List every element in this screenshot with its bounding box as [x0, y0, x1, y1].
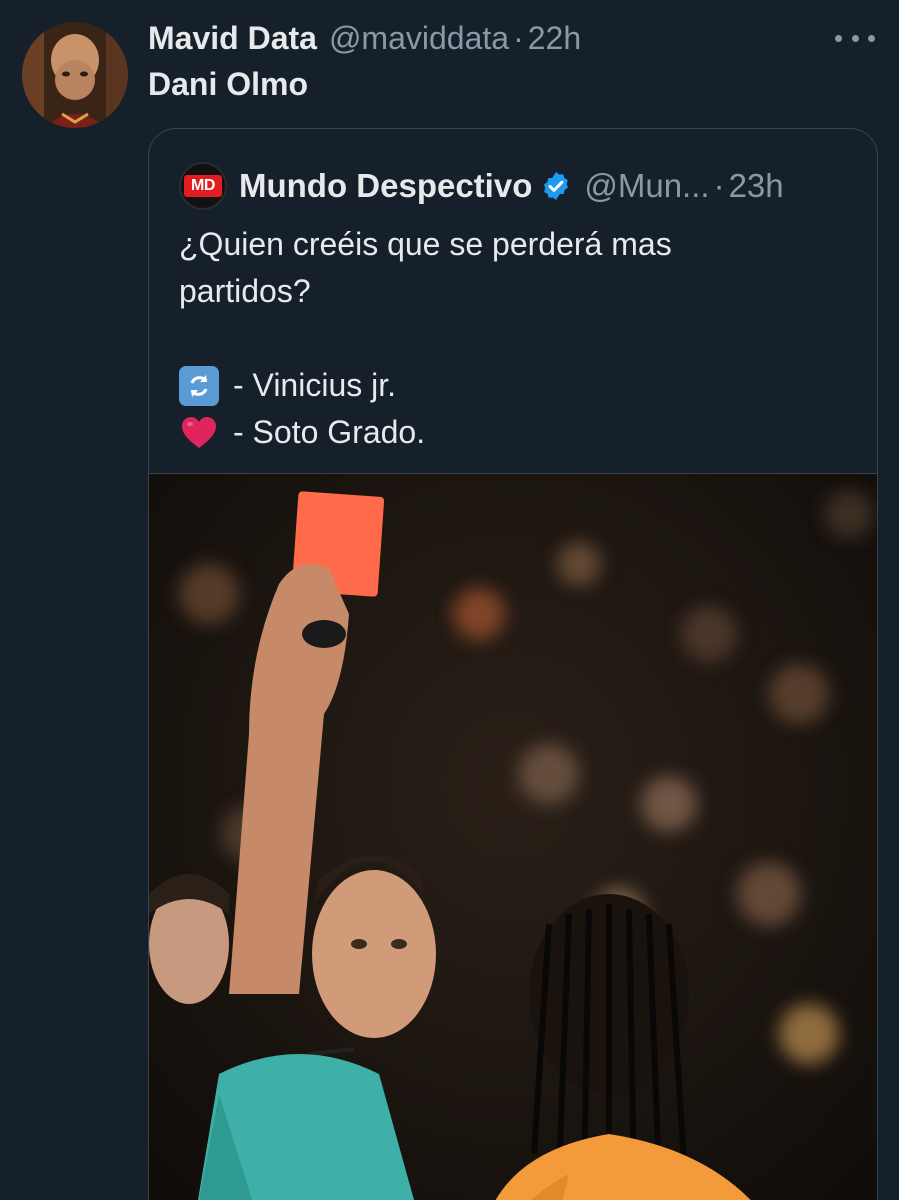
referee-red-card-photo-icon	[149, 474, 877, 1200]
author-display-name[interactable]: Mavid Data	[148, 20, 317, 57]
option-vinicius-text: - Vinicius jr.	[233, 367, 397, 403]
quoted-text-line-2: partidos?	[179, 273, 311, 309]
option-soto-grado-text: - Soto Grado.	[233, 414, 426, 450]
red-heart-emoji-icon	[182, 416, 216, 448]
verified-badge-icon	[544, 172, 569, 200]
quoted-tweet-card[interactable]: MD Mundo Despectivo @Mun... · 23h ¿Quien…	[148, 128, 878, 1200]
quoted-tweet-text: ¿Quien creéis que se perderá mas partido…	[179, 221, 839, 456]
author-handle[interactable]: @maviddata	[329, 20, 509, 57]
option-soto-grado: - Soto Grado.	[179, 409, 839, 456]
quoted-tweet-timestamp[interactable]: 23h	[729, 167, 784, 205]
quoted-author-handle[interactable]: @Mun...	[584, 167, 709, 205]
option-vinicius: - Vinicius jr.	[179, 362, 839, 409]
repost-arrows-emoji-icon	[179, 365, 219, 406]
quoted-text-line-1: ¿Quien creéis que se perderá mas	[179, 226, 672, 262]
separator-dot: ·	[513, 19, 524, 56]
quoted-author-avatar[interactable]: MD	[179, 162, 227, 210]
tweet-header: Mavid Data @maviddata · 22h	[148, 18, 869, 58]
tweet-timestamp[interactable]: 22h	[528, 20, 581, 57]
user-avatar[interactable]	[22, 22, 128, 128]
more-options-icon[interactable]	[835, 24, 875, 52]
quoted-author-display-name[interactable]: Mundo Despectivo	[239, 167, 532, 205]
user-avatar-photo-icon	[22, 22, 128, 128]
tweet-detail-screen: Mavid Data @maviddata · 22h Dani Olmo MD…	[0, 0, 899, 1200]
md-logo-text: MD	[184, 175, 222, 197]
quoted-tweet-photo[interactable]	[149, 473, 877, 1200]
separator-dot: ·	[713, 167, 725, 204]
quoted-tweet-header: MD Mundo Despectivo @Mun... · 23h	[179, 162, 857, 210]
tweet-text: Dani Olmo	[148, 66, 309, 102]
